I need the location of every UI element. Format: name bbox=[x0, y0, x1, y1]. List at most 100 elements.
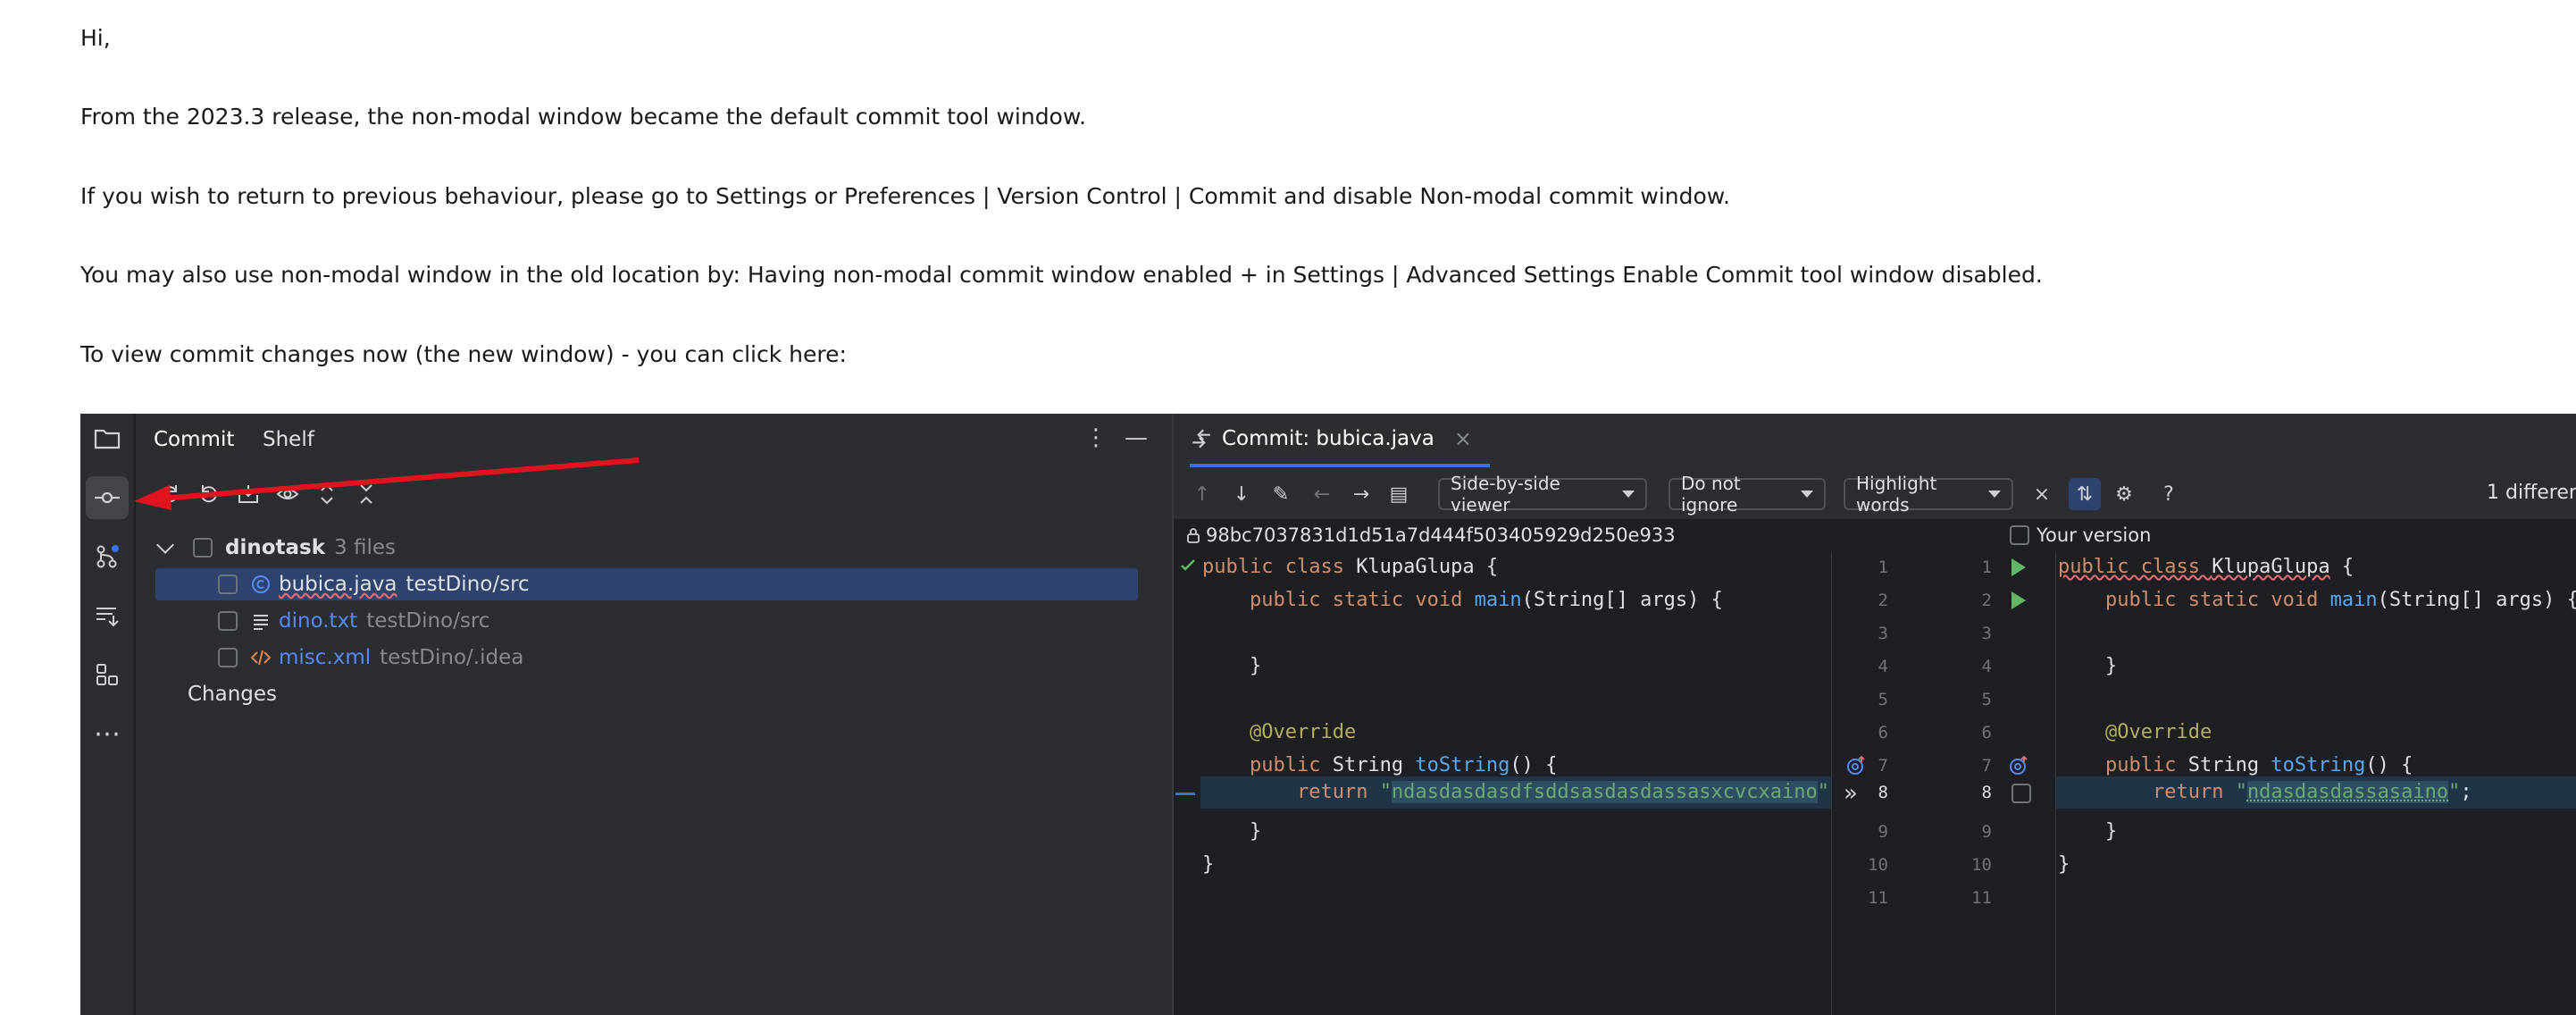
next-file-icon[interactable]: → bbox=[1349, 482, 1374, 507]
prev-diff-icon[interactable]: ↑ bbox=[1190, 482, 1215, 507]
your-version-label: Your version bbox=[2037, 524, 2152, 546]
close-tab-icon[interactable]: × bbox=[1454, 426, 1472, 451]
pull-requests-button[interactable] bbox=[86, 594, 129, 637]
line-number: 8 bbox=[1981, 783, 1992, 802]
settings-gear-icon[interactable]: ⚙ bbox=[2112, 482, 2137, 507]
code-line: } bbox=[2058, 820, 2118, 843]
xml-file-icon bbox=[250, 650, 272, 666]
diff-icon bbox=[1192, 429, 1210, 449]
code-line-changed: return "ndasdasdasdfsddsasdasdassasxcvcx… bbox=[1296, 781, 1830, 803]
changes-label: Changes bbox=[188, 683, 278, 706]
next-diff-icon[interactable]: ↓ bbox=[1229, 482, 1254, 507]
structure-icon bbox=[96, 664, 118, 685]
file-checkbox[interactable] bbox=[218, 648, 238, 667]
changelist-name: dinotask bbox=[225, 536, 326, 559]
include-change-checkbox[interactable] bbox=[2011, 784, 2031, 803]
chevron-down-icon bbox=[156, 536, 174, 554]
ignore-select[interactable]: Do not ignore bbox=[1669, 473, 1826, 516]
code-line: public class KlupaGlupa { bbox=[2058, 556, 2354, 578]
minimize-icon[interactable]: — bbox=[1123, 424, 1150, 451]
code-line-changed: return "ndasdasdassasaino"; bbox=[2152, 781, 2472, 803]
line-number: 3 bbox=[1981, 624, 1992, 643]
file-name: misc.xml bbox=[279, 646, 372, 669]
edit-source-icon[interactable]: ✎ bbox=[1268, 482, 1293, 507]
revision-hash: 98bc7037831d1d51a7d444f503405929d250e933 bbox=[1206, 524, 1676, 546]
ignore-select-value: Do not ignore bbox=[1681, 473, 1741, 516]
file-checkbox[interactable] bbox=[218, 611, 238, 631]
changelist-checkbox[interactable] bbox=[193, 538, 213, 558]
line-number: 1 bbox=[1878, 558, 1888, 577]
diff-tab-bar: Commit: bubica.java × bbox=[1174, 414, 2576, 470]
line-number: 4 bbox=[1878, 657, 1888, 676]
git-button[interactable] bbox=[86, 535, 129, 578]
file-checkbox[interactable] bbox=[218, 575, 238, 594]
chevron-down-icon bbox=[1622, 491, 1635, 498]
file-name: bubica.java bbox=[279, 573, 397, 596]
override-icon bbox=[2010, 755, 2028, 775]
code-line: } bbox=[2058, 655, 2118, 677]
line-number: 2 bbox=[1981, 591, 1992, 610]
file-path: testDino/src bbox=[406, 573, 530, 596]
line-number: 6 bbox=[1878, 723, 1888, 742]
file-row-dino[interactable]: dino.txt testDino/src bbox=[155, 605, 489, 637]
difference-summary: 1 difference, 0 inc bbox=[2487, 482, 2576, 504]
your-version-checkbox[interactable] bbox=[2010, 525, 2029, 545]
run-icon[interactable] bbox=[2011, 591, 2026, 609]
line-number: 2 bbox=[1878, 591, 1888, 610]
old-location-text: You may also use non-modal window in the… bbox=[80, 262, 2043, 288]
release-note-text: From the 2023.3 release, the non-modal w… bbox=[80, 104, 1086, 130]
code-line: } bbox=[1202, 820, 1262, 843]
line-number: 8 bbox=[1878, 783, 1888, 802]
text-file-icon bbox=[254, 615, 268, 630]
code-line: public class KlupaGlupa { bbox=[1202, 556, 1499, 578]
code-line: public static void main(String[] args) { bbox=[1249, 589, 1723, 611]
java-class-icon bbox=[252, 575, 270, 593]
file-path: testDino/.idea bbox=[380, 646, 524, 669]
revert-instructions-text: If you wish to return to previous behavi… bbox=[80, 183, 1730, 209]
ide-window: ⋯ Commit Shelf ⋮ — dinotask 3 files bubi… bbox=[80, 414, 2576, 1015]
left-revision-header: 98bc7037831d1d51a7d444f503405929d250e933 bbox=[1184, 519, 1676, 551]
annotation-arrow bbox=[134, 457, 640, 510]
sync-scroll-icon[interactable]: ⇅ bbox=[2069, 478, 2101, 510]
file-row-misc[interactable]: misc.xml testDino/.idea bbox=[155, 642, 523, 674]
more-tools-button[interactable]: ⋯ bbox=[86, 712, 129, 755]
change-marker bbox=[1175, 793, 1195, 795]
lock-icon bbox=[1187, 528, 1200, 543]
line-number: 5 bbox=[1981, 690, 1992, 709]
pull-requests-icon bbox=[96, 608, 119, 627]
viewer-select[interactable]: Side-by-side viewer bbox=[1438, 473, 1647, 516]
check-icon bbox=[1181, 559, 1195, 571]
options-menu-icon[interactable]: ⋮ bbox=[1083, 424, 1109, 451]
more-icon: ⋯ bbox=[94, 717, 121, 750]
changelist-row[interactable]: dinotask 3 files bbox=[155, 532, 1156, 564]
code-line: } bbox=[1202, 853, 1215, 876]
diff-toolbar: ↑ ↓ ✎ ← → ▤ Side-by-side viewer Do not i… bbox=[1174, 469, 2576, 519]
line-number: 9 bbox=[1878, 822, 1888, 842]
file-row-bubica[interactable]: bubica.java testDino/src bbox=[155, 568, 1138, 600]
code-line: @Override bbox=[1249, 721, 1357, 743]
code-line: public static void main(String[] args) { bbox=[2104, 589, 2576, 611]
collapse-unchanged-icon[interactable]: ⨯ bbox=[2029, 482, 2054, 507]
prev-file-icon[interactable]: ← bbox=[1309, 482, 1334, 507]
line-number: 6 bbox=[1981, 723, 1992, 742]
line-number: 11 bbox=[1868, 888, 1888, 908]
click-here-text: To view commit changes now (the new wind… bbox=[80, 341, 847, 367]
line-number: 4 bbox=[1981, 657, 1992, 676]
git-branch-icon bbox=[96, 545, 119, 568]
file-list-icon[interactable]: ▤ bbox=[1386, 482, 1411, 507]
line-number: 11 bbox=[1971, 888, 1992, 908]
line-number: 1 bbox=[1981, 558, 1992, 577]
structure-button[interactable] bbox=[86, 653, 129, 696]
highlight-select-value: Highlight words bbox=[1856, 473, 1937, 516]
changes-row[interactable]: Changes bbox=[155, 678, 277, 710]
line-number: 5 bbox=[1878, 690, 1888, 709]
code-line: @Override bbox=[2104, 721, 2212, 743]
diff-viewer: Commit: bubica.java × ↑ ↓ ✎ ← → ▤ Side-b… bbox=[1172, 414, 2576, 1015]
line-number: 3 bbox=[1878, 624, 1888, 643]
diff-tab-title: Commit: bubica.java bbox=[1222, 427, 1434, 450]
diff-editor-tab[interactable]: Commit: bubica.java × bbox=[1190, 414, 1490, 467]
highlight-select[interactable]: Highlight words bbox=[1844, 473, 2013, 516]
help-icon[interactable]: ? bbox=[2156, 482, 2181, 507]
run-icon[interactable] bbox=[2011, 558, 2026, 576]
right-revision-header: Your version bbox=[2010, 519, 2151, 551]
